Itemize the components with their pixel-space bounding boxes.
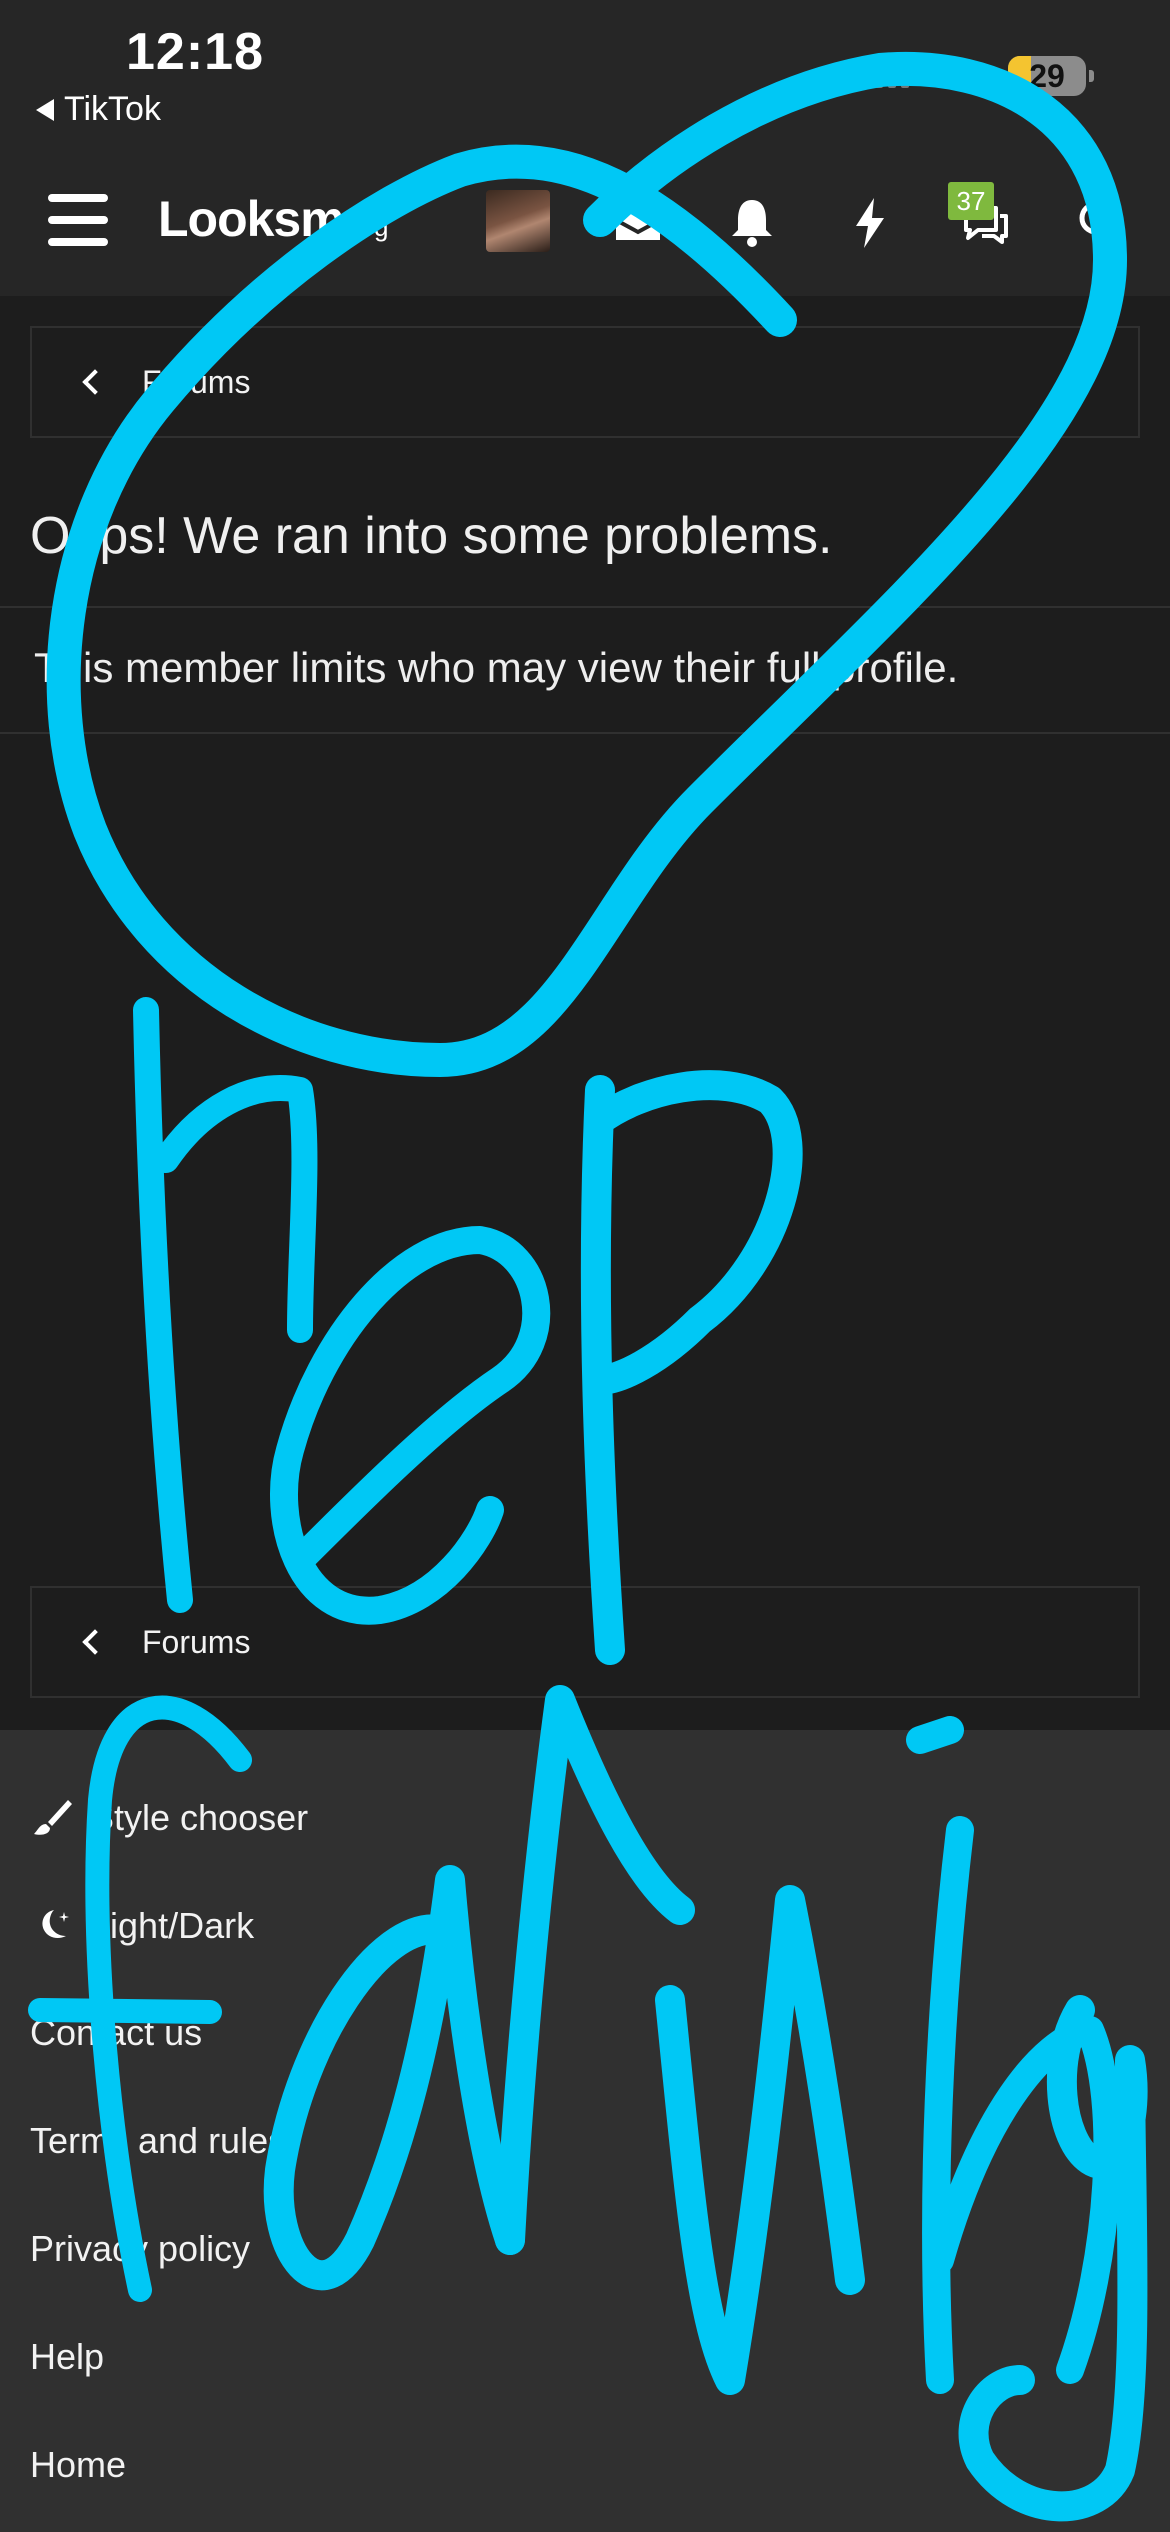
breadcrumb-label: Forums: [142, 1623, 251, 1660]
brush-icon: [30, 1796, 74, 1840]
footer-link-light-dark[interactable]: Light/Dark: [30, 1904, 254, 1948]
breadcrumb-bottom[interactable]: Forums: [30, 1586, 1140, 1698]
error-message: This member limits who may view their fu…: [34, 644, 959, 691]
chevron-left-icon: [82, 369, 108, 395]
page-title: Oops! We ran into some problems.: [30, 507, 833, 565]
status-time: 12:18: [126, 23, 264, 81]
back-arrow-icon: [36, 98, 54, 121]
footer-link-help[interactable]: Help: [30, 2336, 104, 2378]
inbox-icon[interactable]: [606, 190, 670, 254]
footer-link-terms[interactable]: Terms and rules: [30, 2120, 286, 2162]
logo-suffix: .org: [343, 212, 389, 242]
alerts-badge: 37: [948, 182, 994, 220]
footer-link-home[interactable]: Home: [30, 2444, 126, 2486]
footer-link-label: Style chooser: [90, 1797, 309, 1838]
avatar[interactable]: [486, 190, 550, 252]
battery-level: 29: [1029, 58, 1065, 94]
site-logo[interactable]: Looksm.org: [158, 190, 389, 248]
footer-link-label: Contact us: [30, 2012, 203, 2053]
back-to-app-link[interactable]: TikTok: [36, 90, 161, 129]
footer-link-contact-us[interactable]: Contact us: [30, 2012, 202, 2054]
logo-main: Looksm: [158, 191, 345, 247]
status-bar: 12:18 TikTok 29: [0, 0, 1170, 160]
battery-icon: 29: [1008, 56, 1086, 96]
breadcrumb-label: Forums: [142, 363, 251, 400]
divider: [0, 606, 1170, 608]
main-content: Forums Oops! We ran into some problems. …: [0, 296, 1170, 1730]
back-app-label: TikTok: [64, 90, 161, 128]
footer-link-label: Home: [30, 2444, 127, 2485]
search-icon[interactable]: [1068, 190, 1132, 254]
moon-icon: [30, 1904, 74, 1948]
footer-link-style-chooser[interactable]: Style chooser: [30, 1796, 308, 1840]
menu-icon[interactable]: [48, 194, 108, 246]
divider: [0, 732, 1170, 734]
bell-icon[interactable]: [720, 190, 784, 254]
battery-tip: [1089, 70, 1094, 82]
chevron-left-icon: [82, 1629, 108, 1655]
footer: Style chooser Light/Dark Contact us Term…: [0, 1730, 1170, 2532]
footer-link-privacy[interactable]: Privacy policy: [30, 2228, 250, 2270]
signal-icon: [862, 66, 909, 88]
footer-link-label: Privacy policy: [30, 2228, 251, 2269]
footer-link-label: Help: [30, 2336, 105, 2377]
breadcrumb-top[interactable]: Forums: [30, 326, 1140, 438]
footer-link-label: Terms and rules: [30, 2120, 287, 2161]
footer-link-label: Light/Dark: [90, 1905, 255, 1946]
app-header: Looksm.org: [0, 160, 1170, 296]
lightning-icon[interactable]: [838, 190, 902, 254]
